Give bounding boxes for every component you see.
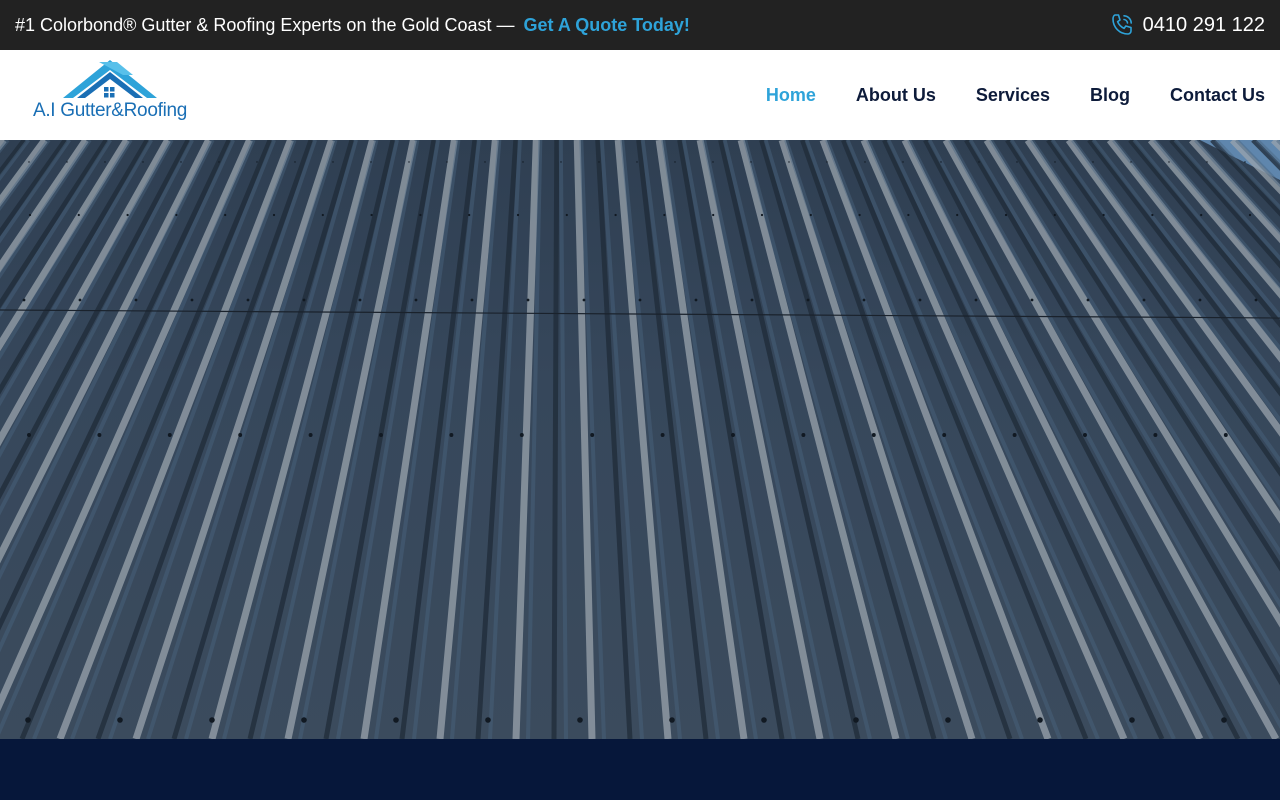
- nav-about-us[interactable]: About Us: [856, 85, 936, 106]
- house-roof-icon: [63, 60, 157, 98]
- site-logo[interactable]: A.I Gutter&Roofing: [25, 58, 195, 132]
- bottom-section: [0, 739, 1280, 800]
- get-quote-link[interactable]: Get A Quote Today!: [524, 15, 690, 36]
- topbar-left: #1 Colorbond® Gutter & Roofing Experts o…: [15, 15, 690, 36]
- topbar-tagline: #1 Colorbond® Gutter & Roofing Experts o…: [15, 14, 515, 35]
- corrugated-roof-illustration: [0, 140, 1280, 739]
- phone-number: 0410 291 122: [1142, 13, 1265, 36]
- phone-contact[interactable]: 0410 291 122: [1109, 12, 1265, 38]
- nav-services[interactable]: Services: [976, 85, 1050, 106]
- main-nav: Home About Us Services Blog Contact Us: [726, 85, 1265, 106]
- nav-blog[interactable]: Blog: [1090, 85, 1130, 106]
- nav-contact-us[interactable]: Contact Us: [1170, 85, 1265, 106]
- top-bar: #1 Colorbond® Gutter & Roofing Experts o…: [0, 0, 1280, 50]
- phone-ringing-icon: [1109, 12, 1135, 38]
- nav-home[interactable]: Home: [766, 85, 816, 106]
- site-header: A.I Gutter&Roofing Home About Us Service…: [0, 50, 1280, 140]
- logo-text: A.I Gutter&Roofing: [32, 100, 188, 121]
- hero-roof-image: [0, 140, 1280, 739]
